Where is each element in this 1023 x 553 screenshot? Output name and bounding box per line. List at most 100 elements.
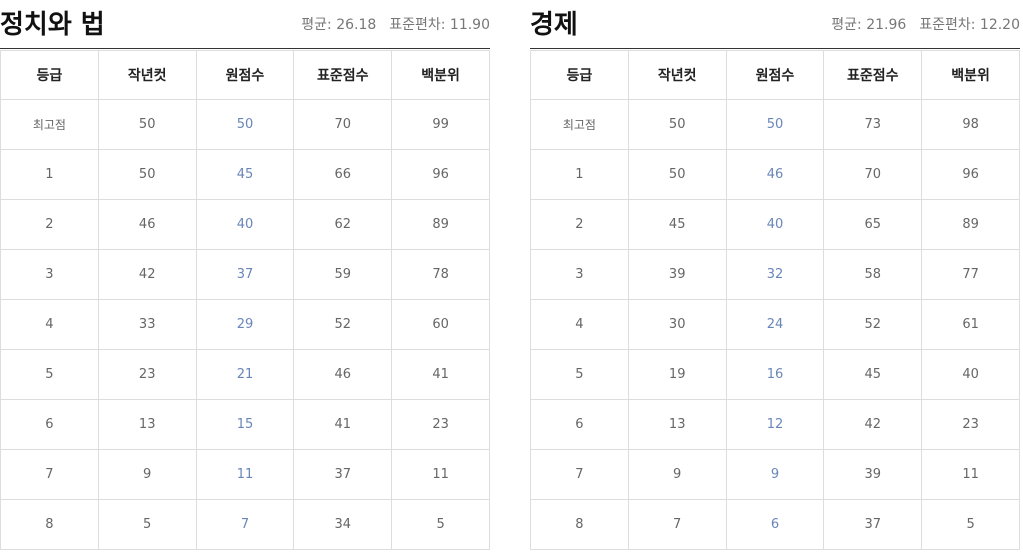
cell-standard-score: 37 — [823, 499, 923, 550]
grade-cut-table: 등급 작년컷 원점수 표준점수 백분위 최고점 50 50 70 99 1 50 45 66 96… — [0, 50, 490, 550]
subject-title: 정치와 법 — [0, 10, 105, 40]
sd-value: 11.90 — [449, 17, 490, 33]
cell-grade: 3 — [0, 249, 99, 300]
cell-percentile: 89 — [391, 199, 490, 250]
sd-value: 12.20 — [979, 17, 1020, 33]
subject-panel-politics: 정치와 법 평균: 26.18 표준편차: 11.90 등급 작년컷 원점수 표… — [0, 0, 490, 550]
column-header-raw-score: 원점수 — [195, 50, 295, 100]
cell-percentile: 89 — [921, 199, 1020, 250]
cell-percentile: 61 — [921, 299, 1020, 350]
cell-last-year-cut: 39 — [627, 249, 727, 300]
cell-standard-score: 52 — [293, 299, 393, 350]
table-row: 1 50 46 70 96 — [530, 149, 1020, 200]
cell-last-year-cut: 5 — [97, 499, 197, 550]
table-row: 4 33 29 52 60 — [0, 299, 490, 350]
cell-raw-score: 40 — [725, 199, 825, 250]
table-row: 1 50 45 66 96 — [0, 149, 490, 200]
cell-percentile: 78 — [391, 249, 490, 300]
table-row: 6 13 12 42 23 — [530, 399, 1020, 450]
cell-grade: 8 — [0, 499, 99, 550]
table-row: 5 23 21 46 41 — [0, 349, 490, 400]
cell-grade: 5 — [530, 349, 629, 400]
cell-grade: 2 — [0, 199, 99, 250]
cell-standard-score: 62 — [293, 199, 393, 250]
cell-grade: 4 — [0, 299, 99, 350]
column-header-standard-score: 표준점수 — [823, 50, 923, 100]
cell-grade: 3 — [530, 249, 629, 300]
cell-last-year-cut: 33 — [97, 299, 197, 350]
column-header-last-year-cut: 작년컷 — [627, 50, 727, 100]
table-header-row: 등급 작년컷 원점수 표준점수 백분위 — [530, 50, 1020, 100]
score-stats: 평균: 21.96 표준편차: 12.20 — [831, 14, 1020, 34]
cell-standard-score: 46 — [293, 349, 393, 400]
cell-last-year-cut: 7 — [627, 499, 727, 550]
table-row: 8 7 6 37 5 — [530, 499, 1020, 550]
cell-standard-score: 70 — [293, 99, 393, 150]
cell-percentile: 11 — [921, 449, 1020, 500]
cell-last-year-cut: 50 — [627, 149, 727, 200]
table-row: 7 9 9 39 11 — [530, 449, 1020, 500]
cell-last-year-cut: 50 — [97, 149, 197, 200]
cell-standard-score: 52 — [823, 299, 923, 350]
cell-last-year-cut: 50 — [627, 99, 727, 150]
cell-last-year-cut: 19 — [627, 349, 727, 400]
cell-standard-score: 59 — [293, 249, 393, 300]
cell-standard-score: 73 — [823, 99, 923, 150]
cell-last-year-cut: 50 — [97, 99, 197, 150]
cell-raw-score: 9 — [725, 449, 825, 500]
cell-grade: 1 — [530, 149, 629, 200]
cell-standard-score: 34 — [293, 499, 393, 550]
cell-grade: 최고점 — [530, 99, 629, 150]
cell-standard-score: 58 — [823, 249, 923, 300]
cell-grade: 최고점 — [0, 99, 99, 150]
cell-last-year-cut: 13 — [97, 399, 197, 450]
cell-last-year-cut: 45 — [627, 199, 727, 250]
cell-raw-score: 16 — [725, 349, 825, 400]
cell-last-year-cut: 13 — [627, 399, 727, 450]
cell-grade: 5 — [0, 349, 99, 400]
cell-grade: 4 — [530, 299, 629, 350]
sd-label: 표준편차: — [389, 17, 446, 33]
cell-last-year-cut: 23 — [97, 349, 197, 400]
cell-standard-score: 45 — [823, 349, 923, 400]
cell-percentile: 60 — [391, 299, 490, 350]
cell-raw-score: 45 — [195, 149, 295, 200]
cell-percentile: 11 — [391, 449, 490, 500]
cell-percentile: 23 — [921, 399, 1020, 450]
cell-last-year-cut: 9 — [97, 449, 197, 500]
column-header-grade: 등급 — [0, 50, 99, 100]
cell-standard-score: 37 — [293, 449, 393, 500]
grade-cut-table: 등급 작년컷 원점수 표준점수 백분위 최고점 50 50 73 98 1 50 46 70 96… — [530, 50, 1020, 550]
sd-label: 표준편차: — [919, 17, 976, 33]
table-row: 7 9 11 37 11 — [0, 449, 490, 500]
table-row: 3 39 32 58 77 — [530, 249, 1020, 300]
cell-standard-score: 39 — [823, 449, 923, 500]
cell-last-year-cut: 46 — [97, 199, 197, 250]
cell-raw-score: 6 — [725, 499, 825, 550]
cell-percentile: 77 — [921, 249, 1020, 300]
cell-grade: 2 — [530, 199, 629, 250]
cell-grade: 7 — [530, 449, 629, 500]
table-row: 6 13 15 41 23 — [0, 399, 490, 450]
table-row: 4 30 24 52 61 — [530, 299, 1020, 350]
cell-percentile: 98 — [921, 99, 1020, 150]
cell-raw-score: 50 — [195, 99, 295, 150]
cell-raw-score: 11 — [195, 449, 295, 500]
cell-raw-score: 15 — [195, 399, 295, 450]
cell-grade: 6 — [0, 399, 99, 450]
column-header-last-year-cut: 작년컷 — [97, 50, 197, 100]
cell-raw-score: 12 — [725, 399, 825, 450]
cell-percentile: 40 — [921, 349, 1020, 400]
cell-raw-score: 32 — [725, 249, 825, 300]
table-row: 8 5 7 34 5 — [0, 499, 490, 550]
cell-last-year-cut: 30 — [627, 299, 727, 350]
cell-percentile: 99 — [391, 99, 490, 150]
cell-standard-score: 65 — [823, 199, 923, 250]
mean-label: 평균: — [301, 17, 332, 33]
cell-percentile: 96 — [391, 149, 490, 200]
mean-value: 26.18 — [336, 17, 377, 33]
panel-header: 경제 평균: 21.96 표준편차: 12.20 — [530, 0, 1020, 49]
cell-last-year-cut: 9 — [627, 449, 727, 500]
table-row: 2 46 40 62 89 — [0, 199, 490, 250]
table-header-row: 등급 작년컷 원점수 표준점수 백분위 — [0, 50, 490, 100]
